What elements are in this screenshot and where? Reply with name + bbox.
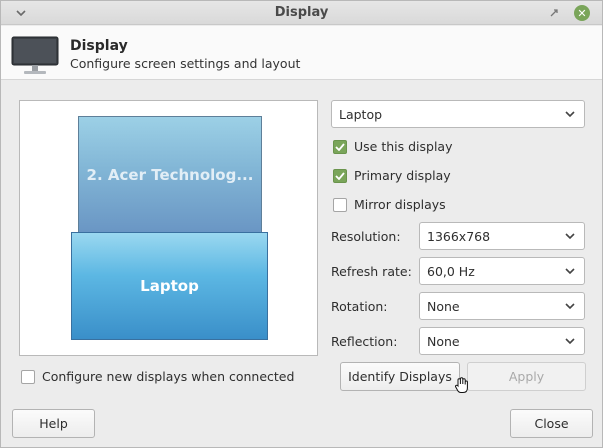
mirror-displays-label: Mirror displays [354,197,446,212]
help-button[interactable]: Help [12,409,95,438]
refresh-rate-select[interactable]: 60,0 Hz [419,257,585,285]
minimize-icon[interactable] [546,5,562,21]
refresh-rate-value: 60,0 Hz [427,263,475,279]
use-display-label: Use this display [354,139,453,154]
window-title: Display [274,5,329,20]
rotation-select[interactable]: None [419,292,585,320]
screen-label: Laptop [140,277,199,295]
check-icon [333,139,347,154]
checkbox-icon [21,369,35,384]
resolution-select[interactable]: 1366x768 [419,222,585,250]
chevron-down-icon [565,338,575,345]
rotation-label: Rotation: [331,299,388,314]
hand-cursor-icon [454,377,468,393]
resolution-label: Resolution: [331,229,401,244]
reflection-select[interactable]: None [419,327,585,355]
chevron-down-icon [565,303,575,310]
identify-displays-button[interactable]: Identify Displays [340,362,460,391]
chevron-down-icon [565,111,575,118]
chevron-down-icon [565,233,575,240]
primary-display-checkbox[interactable]: Primary display [333,168,451,183]
close-button[interactable]: Close [510,409,593,438]
screen-acer[interactable]: 2. Acer Technolog... [78,116,262,233]
screen-laptop[interactable]: Laptop [71,232,268,340]
mirror-displays-checkbox[interactable]: Mirror displays [333,197,446,212]
checkbox-icon [333,197,347,212]
header: Display Configure screen settings and la… [1,26,602,80]
apply-button[interactable]: Apply [467,362,586,391]
page-title: Display [70,38,128,54]
monitor-select[interactable]: Laptop [331,100,585,128]
rotation-value: None [427,298,460,314]
page-subtitle: Configure screen settings and layout [70,56,301,71]
check-icon [333,168,347,183]
refresh-rate-label: Refresh rate: [331,264,412,279]
reflection-value: None [427,333,460,349]
monitor-icon [11,36,59,80]
screen-label: 2. Acer Technolog... [86,165,254,184]
close-icon[interactable]: ✕ [574,5,590,21]
primary-display-label: Primary display [354,168,451,183]
configure-new-displays-label: Configure new displays when connected [42,369,295,384]
display-window: Display ✕ Display Configure screen setti… [0,0,603,448]
reflection-label: Reflection: [331,334,398,349]
use-display-checkbox[interactable]: Use this display [333,139,453,154]
resolution-value: 1366x768 [427,228,491,244]
configure-new-displays-checkbox[interactable]: Configure new displays when connected [21,369,294,384]
title-bar: Display ✕ [1,1,602,25]
chevron-down-icon [565,268,575,275]
monitor-select-value: Laptop [339,106,383,122]
display-layout-preview: 2. Acer Technolog... Laptop [19,100,318,356]
